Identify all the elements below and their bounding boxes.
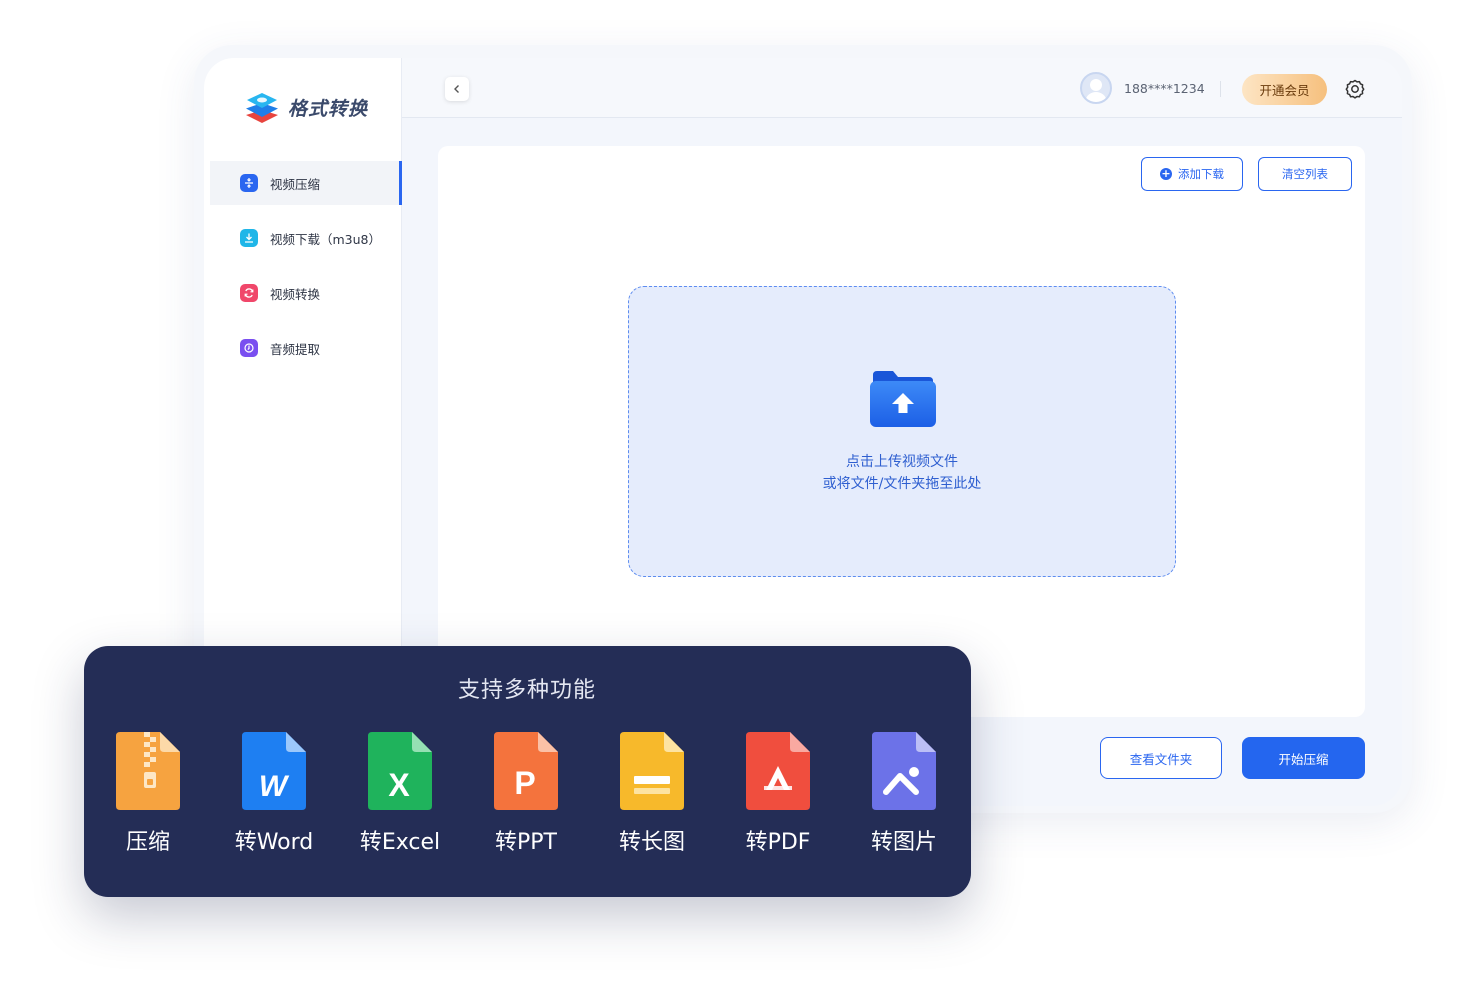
top-bar: 188****1234 开通会员 — [402, 58, 1402, 118]
app-title: 格式转换 — [288, 97, 369, 120]
feature-label: 转长图 — [618, 830, 685, 855]
add-download-button[interactable]: + 添加下载 — [1141, 157, 1243, 191]
header-divider — [1220, 81, 1221, 97]
plus-circle-icon: + — [1160, 167, 1172, 180]
vip-button[interactable]: 开通会员 — [1242, 74, 1327, 105]
feature-label: 转PPT — [495, 830, 557, 855]
feature-card-title: 支持多种功能 — [457, 678, 596, 703]
upload-hint-primary: 点击上传视频文件 — [846, 454, 958, 470]
zip-file-icon — [116, 732, 180, 810]
feature-card: 支持多种功能 压缩 W 转Word X 转Excel P 转PPT 转长图 转P… — [84, 646, 971, 897]
avatar[interactable] — [1080, 72, 1112, 104]
upload-dropzone[interactable]: 点击上传视频文件 或将文件/文件夹拖至此处 — [628, 286, 1176, 577]
feature-item-ppt[interactable]: P 转PPT — [466, 732, 586, 856]
feature-label: 转图片 — [870, 830, 937, 855]
app-logo: 格式转换 — [244, 90, 368, 124]
download-icon — [240, 229, 258, 247]
ppt-file-icon: P — [494, 732, 558, 810]
svg-text:X: X — [388, 767, 410, 803]
audio-icon — [240, 339, 258, 357]
feature-label: 转Word — [234, 830, 314, 855]
sidebar-item-audio-extract[interactable]: 音频提取 — [210, 326, 402, 370]
sidebar-item-label: 视频转换 — [270, 286, 321, 302]
image-file-icon — [872, 732, 936, 810]
sidebar-item-label: 视频下载（m3u8） — [270, 231, 382, 247]
folder-upload-icon — [870, 371, 936, 427]
feature-item-image[interactable]: 转图片 — [844, 732, 964, 856]
sidebar-nav: 视频压缩 视频下载（m3u8） 视频转换 音频提取 — [210, 161, 402, 381]
sidebar-item-video-compress[interactable]: 视频压缩 — [210, 161, 402, 205]
feature-label: 转Excel — [359, 830, 441, 855]
long-image-file-icon — [620, 732, 684, 810]
user-phone: 188****1234 — [1124, 81, 1205, 96]
word-file-icon: W — [242, 732, 306, 810]
feature-item-pdf[interactable]: 转PDF — [718, 732, 838, 856]
user-avatar-icon — [1085, 79, 1107, 102]
svg-text:P: P — [514, 765, 535, 801]
layers-logo-icon — [246, 93, 278, 123]
upload-hint-secondary: 或将文件/文件夹拖至此处 — [822, 476, 982, 492]
sidebar-item-video-download[interactable]: 视频下载（m3u8） — [210, 216, 402, 260]
sidebar-item-label: 音频提取 — [270, 341, 321, 357]
feature-item-compress[interactable]: 压缩 — [88, 732, 208, 856]
pdf-file-icon — [746, 732, 810, 810]
feature-item-long-image[interactable]: 转长图 — [592, 732, 712, 856]
clear-list-button[interactable]: 清空列表 — [1258, 157, 1352, 191]
chevron-left-icon — [454, 85, 459, 93]
feature-item-excel[interactable]: X 转Excel — [340, 732, 460, 856]
main-panel: + 添加下载 清空列表 点击上传视频文件 或将文件/文件夹拖至此处 — [438, 146, 1365, 717]
app-stage: 格式转换 视频压缩 视频下载（m3u8） 视频转换 音频提取 188****12… — [0, 0, 1480, 998]
view-folder-button[interactable]: 查看文件夹 — [1100, 737, 1222, 779]
start-compress-button[interactable]: 开始压缩 — [1242, 737, 1365, 779]
feature-label: 转PDF — [745, 830, 811, 855]
add-download-label: 添加下载 — [1178, 167, 1224, 181]
gear-icon[interactable] — [1344, 78, 1366, 100]
sidebar-item-label: 视频压缩 — [270, 176, 321, 192]
feature-label: 压缩 — [125, 830, 170, 855]
feature-item-word[interactable]: W 转Word — [214, 732, 334, 856]
convert-icon — [240, 284, 258, 302]
svg-text:W: W — [259, 770, 290, 803]
sidebar-item-video-convert[interactable]: 视频转换 — [210, 271, 402, 315]
compress-icon — [240, 174, 258, 192]
back-button[interactable] — [445, 77, 469, 101]
excel-file-icon: X — [368, 732, 432, 810]
